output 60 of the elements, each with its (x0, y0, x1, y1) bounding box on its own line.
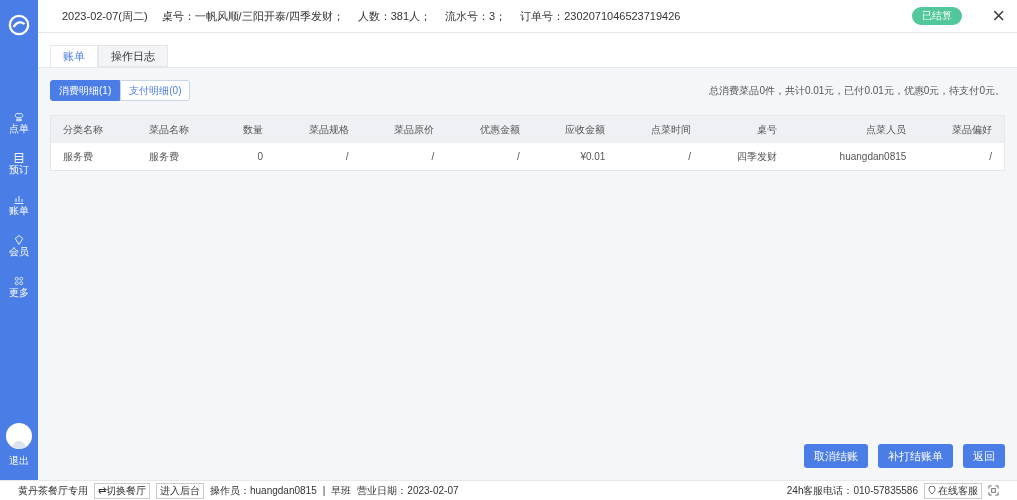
column-header: 桌号 (703, 116, 789, 143)
table-cell: / (446, 143, 532, 170)
status-text: 操作员：huangdan0815 (210, 484, 317, 498)
sidebar-item[interactable]: 预订 (9, 152, 29, 176)
column-header: 点菜人员 (788, 116, 919, 143)
hotline-text: 24h客服电话：010-57835586 (786, 484, 918, 498)
fullscreen-icon[interactable] (988, 485, 999, 496)
table-cell: 服务费 (136, 143, 223, 170)
close-button[interactable]: × (992, 5, 1005, 27)
table-cell: / (274, 143, 361, 170)
action-button[interactable]: 补打结账单 (878, 444, 953, 468)
table-cell: ¥0.01 (531, 143, 618, 170)
column-header: 数量 (222, 116, 275, 143)
action-button[interactable]: 返回 (963, 444, 1005, 468)
status-text: 营业日期：2023-02-07 (357, 484, 459, 498)
table-cell: 服务费 (51, 143, 137, 170)
column-header: 菜品偏好 (918, 116, 1004, 143)
column-header: 菜品名称 (136, 116, 223, 143)
status-text: 黄丹茶餐厅专用 (18, 484, 88, 498)
bar-chart-icon (13, 193, 25, 205)
status-bar-button[interactable]: 进入后台 (156, 482, 204, 499)
grid-icon (13, 275, 25, 287)
status-bar-button[interactable]: ⇄切换餐厅 (94, 482, 150, 499)
logo-icon (8, 14, 30, 36)
column-header: 分类名称 (51, 116, 137, 143)
serial-number-text: 流水号：3； (445, 8, 507, 24)
column-header: 菜品原价 (360, 116, 447, 143)
online-service-button[interactable]: 在线客服 (924, 482, 982, 499)
table-cell: 四季发财 (703, 143, 789, 170)
tab[interactable]: 账单 (50, 45, 98, 67)
table-cell: / (918, 143, 1004, 170)
tab[interactable]: 操作日志 (98, 45, 168, 67)
sidebar-item[interactable]: 点单 (9, 111, 29, 135)
sidebar-item[interactable]: 账单 (9, 193, 29, 217)
column-header: 点菜时间 (617, 116, 704, 143)
avatar-icon[interactable] (6, 423, 32, 449)
table-cell: huangdan0815 (788, 143, 919, 170)
logout-button[interactable]: 退出 (9, 453, 29, 468)
column-header: 应收金额 (531, 116, 618, 143)
segment-tab[interactable]: 支付明细(0) (120, 80, 191, 101)
column-header: 优惠金额 (446, 116, 532, 143)
pin-icon (928, 486, 936, 495)
table-cell: / (360, 143, 447, 170)
table-cell: / (617, 143, 704, 170)
book-icon (13, 152, 25, 164)
table-number-text: 桌号：一帆风顺/三阳开泰/四季发财； (161, 8, 344, 24)
diamond-icon (13, 234, 25, 246)
sidebar-item[interactable]: 更多 (9, 275, 29, 299)
action-button[interactable]: 取消结账 (804, 444, 868, 468)
summary-text: 总消费菜品0件，共计0.01元，已付0.01元，优惠0元，待支付0元。 (709, 84, 1005, 98)
status-text: 早班 (331, 484, 352, 498)
status-text: | (322, 484, 326, 498)
status-badge: 已结算 (912, 7, 963, 25)
guest-count-text: 人数：381人； (357, 8, 432, 24)
order-number-text: 订单号：2302071046523719426 (520, 8, 681, 24)
sidebar-item[interactable]: 会员 (9, 234, 29, 258)
column-header: 菜品规格 (274, 116, 361, 143)
table-cell: 0 (222, 143, 275, 170)
date-text: 2023-02-07(周二) (62, 8, 148, 24)
segment-tab[interactable]: 消费明细(1) (50, 80, 121, 101)
